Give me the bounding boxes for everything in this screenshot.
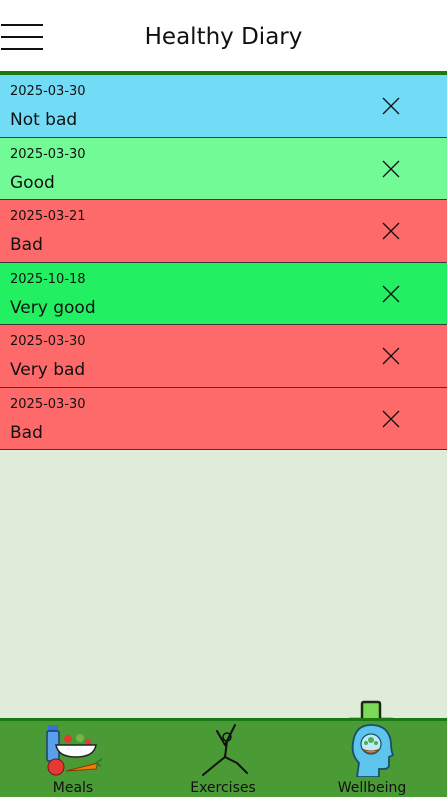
close-icon[interactable] (382, 285, 400, 303)
entry-mood: Not bad (10, 110, 78, 130)
mind-head-icon (351, 724, 395, 777)
entry-mood: Very bad (10, 360, 86, 380)
entry-mood: Good (10, 172, 55, 193)
diary-entry[interactable]: 2025-03-30 Not bad (0, 75, 447, 138)
entry-mood: Bad (10, 422, 43, 443)
nav-meals-label: Meals (52, 780, 94, 796)
nav-exercises[interactable]: Exercises (163, 721, 283, 797)
nav-meals[interactable]: Meals (13, 721, 133, 797)
nav-exercises-label: Exercises (190, 780, 256, 796)
yoga-pose-icon (202, 724, 248, 776)
diary-entry[interactable]: 2025-03-30 Good (0, 137, 447, 200)
entry-date: 2025-03-30 (10, 334, 86, 349)
nav-wellbeing[interactable]: Wellbeing (312, 721, 432, 797)
entry-date: 2025-03-30 (10, 396, 86, 412)
app-header: Healthy Diary (0, 0, 447, 75)
close-icon[interactable] (382, 347, 400, 365)
page-title: Healthy Diary (144, 24, 303, 50)
entry-date: 2025-10-18 (10, 271, 86, 287)
diary-entry[interactable]: 2025-03-30 Bad (0, 387, 447, 450)
diary-entry[interactable]: 2025-03-30 Very bad (0, 325, 447, 388)
diary-entry[interactable]: 2025-10-18 Very good (0, 262, 447, 325)
entry-mood: Very good (10, 297, 96, 318)
diary-list-area: 2025-03-30 Not bad 2025-03-30 Good 2025-… (0, 75, 447, 752)
diary-entry[interactable]: 2025-03-21 Bad (0, 200, 447, 263)
close-icon[interactable] (382, 410, 400, 428)
close-icon[interactable] (382, 222, 400, 240)
entry-mood: Bad (10, 235, 43, 255)
bottom-navigation: Meals Exercises Wellbeing (0, 718, 447, 797)
healthy-food-icon (46, 725, 102, 776)
entry-date: 2025-03-21 (10, 209, 86, 224)
entry-date: 2025-03-30 (10, 84, 86, 99)
close-icon[interactable] (382, 97, 400, 115)
close-icon[interactable] (382, 160, 400, 178)
entry-date: 2025-03-30 (10, 146, 86, 162)
nav-wellbeing-label: Wellbeing (337, 780, 407, 796)
